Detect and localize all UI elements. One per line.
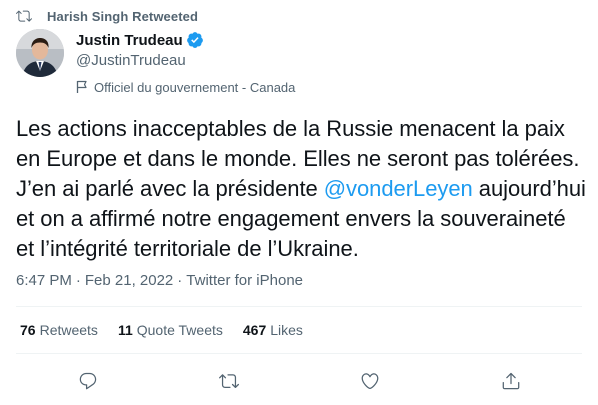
- divider: [16, 353, 582, 354]
- tweet-source[interactable]: Twitter for iPhone: [186, 272, 303, 289]
- retweet-icon: [219, 374, 239, 389]
- share-icon: [502, 372, 520, 390]
- like-icon: [361, 373, 379, 390]
- author-block: Justin Trudeau @JustinTrudeau Officiel d…: [76, 30, 295, 96]
- quote-tweets-label: Quote Tweets: [136, 322, 223, 338]
- action-bar: [0, 366, 598, 396]
- retweets-label: Retweets: [39, 322, 98, 338]
- author-handle[interactable]: @JustinTrudeau: [76, 51, 295, 71]
- tweet-time[interactable]: 6:47 PM: [16, 272, 72, 289]
- government-label[interactable]: Officiel du gouvernement - Canada: [76, 78, 295, 96]
- tweet-date[interactable]: Feb 21, 2022: [85, 272, 173, 289]
- quote-tweets-stat[interactable]: 11 Quote Tweets: [118, 322, 223, 338]
- engagement-stats: 76 Retweets 11 Quote Tweets 467 Likes: [20, 320, 323, 340]
- like-button[interactable]: [359, 370, 381, 392]
- likes-stat[interactable]: 467 Likes: [243, 322, 303, 338]
- mention-link[interactable]: @vonderLeyen: [324, 176, 473, 201]
- avatar[interactable]: [16, 29, 64, 77]
- meta-separator: ·: [75, 271, 81, 289]
- meta-separator: ·: [177, 271, 183, 289]
- government-label-text: Officiel du gouvernement - Canada: [94, 79, 296, 95]
- name-row: Justin Trudeau: [76, 30, 295, 50]
- verified-badge-icon: [186, 32, 203, 48]
- tweet-meta: 6:47 PM · Feb 21, 2022 · Twitter for iPh…: [16, 270, 303, 290]
- author-display-name[interactable]: Justin Trudeau: [76, 32, 183, 49]
- retweets-stat[interactable]: 76 Retweets: [20, 322, 98, 338]
- flag-icon: [76, 80, 87, 93]
- reply-button[interactable]: [77, 370, 99, 392]
- retweet-context-text[interactable]: Harish Singh Retweeted: [47, 9, 198, 24]
- avatar-image: [16, 29, 64, 77]
- retweet-context: Harish Singh Retweeted: [16, 7, 198, 25]
- share-button[interactable]: [500, 370, 522, 392]
- likes-label: Likes: [270, 322, 303, 338]
- retweets-count: 76: [20, 322, 36, 338]
- tweet-text: Les actions inacceptables de la Russie m…: [16, 114, 586, 264]
- likes-count: 467: [242, 322, 267, 338]
- quote-tweets-count: 11: [117, 322, 133, 338]
- divider: [16, 306, 582, 307]
- retweet-button[interactable]: [218, 370, 240, 392]
- retweet-icon: [16, 10, 32, 22]
- reply-icon: [79, 372, 97, 390]
